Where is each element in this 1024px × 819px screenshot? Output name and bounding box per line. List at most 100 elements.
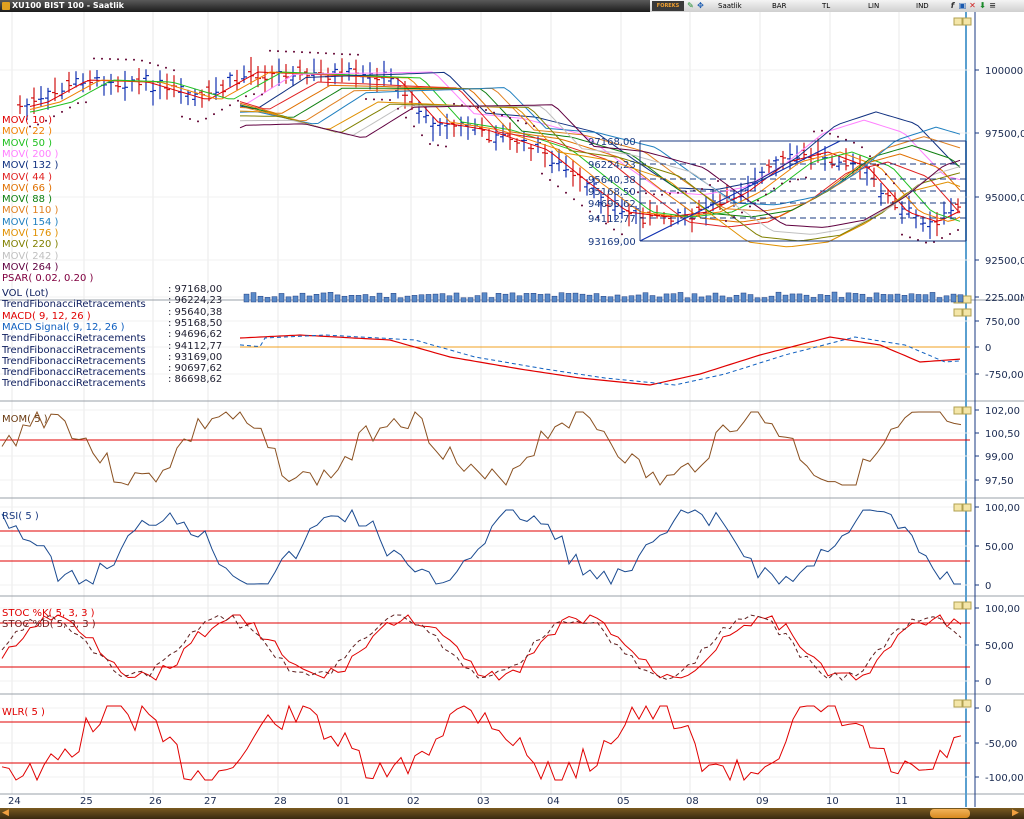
date-label: 08: [686, 796, 699, 807]
legend-item[interactable]: TrendFibonacciRetracements: [2, 356, 146, 367]
volume-bar: [551, 295, 558, 303]
legend-item[interactable]: TrendFibonacciRetracements: [2, 378, 146, 389]
pencil-icon[interactable]: ✎: [686, 1, 695, 10]
psar-dot: [197, 120, 199, 123]
foreks-logo: FOREKS: [652, 1, 684, 11]
legend-item[interactable]: MOV( 88 ): [2, 194, 52, 205]
psar-dot: [949, 233, 951, 235]
psar-dot: [429, 143, 431, 145]
legend-item[interactable]: MOV( 44 ): [2, 172, 52, 183]
volume-bar: [285, 296, 292, 303]
macd-signal-line: [239, 334, 961, 386]
app-icon: [2, 2, 10, 10]
volume-bar: [404, 295, 411, 303]
volume-bar: [439, 293, 446, 303]
psar-dot: [701, 188, 703, 190]
volume-bar: [341, 295, 348, 303]
stoc-d-label: STOC %D( 5, 3, 3 ): [2, 619, 96, 630]
download-icon[interactable]: ⬇: [978, 1, 987, 10]
legend-item[interactable]: VOL (Lot): [2, 288, 49, 299]
legend-item[interactable]: MOV( 10 ): [2, 115, 52, 126]
date-label: 11: [895, 796, 908, 807]
volume-bar: [600, 296, 607, 303]
move-icon[interactable]: ✥: [696, 1, 705, 10]
volume-bar: [390, 293, 397, 303]
legend-item[interactable]: TrendFibonacciRetracements: [2, 299, 146, 310]
legend-item[interactable]: MOV( 22 ): [2, 126, 52, 137]
legend-item[interactable]: MACD Signal( 9, 12, 26 ): [2, 322, 125, 333]
psar-dot: [493, 111, 495, 114]
psar-dot: [893, 182, 895, 185]
chart-canvas[interactable]: 100000,00 97500,00 95000,00 92500,00 225.00M…: [0, 12, 1024, 807]
legend-item[interactable]: MOV( 242 ): [2, 251, 58, 262]
legend-item[interactable]: MACD( 9, 12, 26 ): [2, 311, 91, 322]
legend-item[interactable]: MOV( 154 ): [2, 217, 58, 228]
volume-bar: [649, 295, 656, 303]
psar-dot: [285, 50, 287, 53]
volume-bar: [502, 293, 509, 303]
volume-bar: [796, 293, 803, 303]
volume-bar: [803, 294, 810, 303]
volume-bar: [698, 296, 705, 303]
volume-bar: [726, 297, 733, 303]
legend-item[interactable]: TrendFibonacciRetracements: [2, 367, 146, 378]
legend-item[interactable]: MOV( 66 ): [2, 183, 52, 194]
volume-bar: [936, 297, 943, 303]
volume-bar: [523, 293, 530, 303]
psar-dot: [453, 102, 455, 105]
volume-bar: [516, 295, 523, 303]
indicator-menu[interactable]: IND: [916, 0, 929, 12]
psar-dot: [373, 98, 375, 101]
psar-dot: [405, 116, 407, 119]
panel-button: [962, 503, 972, 512]
volume-bar: [712, 292, 719, 303]
legend-item[interactable]: TrendFibonacciRetracements: [2, 345, 146, 356]
close-chart-icon[interactable]: ✕: [968, 1, 977, 10]
currency-menu[interactable]: TL: [822, 0, 830, 12]
volume-bar: [299, 292, 306, 303]
stoc-axis-label: 100,00: [985, 604, 1020, 615]
period-menu[interactable]: Saatlik: [718, 0, 742, 12]
rsi-axis-label: 100,00: [985, 503, 1020, 514]
volume-bar: [544, 293, 551, 303]
volume-bar: [831, 291, 838, 303]
psar-dot: [229, 104, 231, 107]
legend-item[interactable]: MOV( 176 ): [2, 228, 58, 239]
volume-bar: [614, 294, 621, 303]
volume-bar: [334, 294, 341, 303]
horizontal-scrollbar[interactable]: ◀ ▶: [0, 808, 1024, 819]
chart-area[interactable]: 100000,00 97500,00 95000,00 92500,00 225.00M…: [0, 12, 1024, 807]
legend-item[interactable]: MOV( 110 ): [2, 205, 58, 216]
stoc-axis-label: 50,00: [985, 641, 1014, 652]
legend-item[interactable]: TrendFibonacciRetracements: [2, 333, 146, 344]
wlr-axis-label: 0: [985, 704, 991, 715]
legend-value: : 96224,23: [168, 295, 223, 307]
psar-dot: [53, 115, 55, 118]
legend-item[interactable]: MOV( 220 ): [2, 239, 58, 250]
volume-bar: [467, 297, 474, 303]
scroll-right-icon[interactable]: ▶: [1012, 808, 1019, 819]
psar-dot: [853, 141, 855, 144]
volume-bar: [383, 297, 390, 303]
scroll-left-icon[interactable]: ◀: [2, 808, 9, 819]
volume-bar: [747, 294, 754, 303]
lock-icon[interactable]: ▣: [958, 1, 967, 10]
price-bars: [17, 56, 961, 239]
panel-button: [962, 308, 972, 317]
legend-item[interactable]: MOV( 50 ): [2, 138, 52, 149]
legend-value: : 97168,00: [168, 284, 223, 295]
chart-type-menu[interactable]: BAR: [772, 0, 786, 12]
moving-average-line: [29, 71, 961, 222]
volume-bar: [635, 294, 642, 303]
menu-icon[interactable]: ≡: [988, 1, 997, 10]
legend-item[interactable]: MOV( 132 ): [2, 160, 58, 171]
formula-icon[interactable]: f: [948, 1, 957, 10]
macd-axis-label: 0: [985, 343, 991, 354]
scale-menu[interactable]: LIN: [868, 0, 879, 12]
legend-item[interactable]: MOV( 200 ): [2, 149, 58, 160]
scrollbar-thumb[interactable]: [930, 809, 970, 818]
macd-axis-label: -750,00: [985, 370, 1024, 381]
psar-dot: [837, 135, 839, 138]
legend-item[interactable]: PSAR( 0.02, 0.20 ): [2, 273, 93, 284]
legend-item[interactable]: MOV( 264 ): [2, 262, 58, 273]
